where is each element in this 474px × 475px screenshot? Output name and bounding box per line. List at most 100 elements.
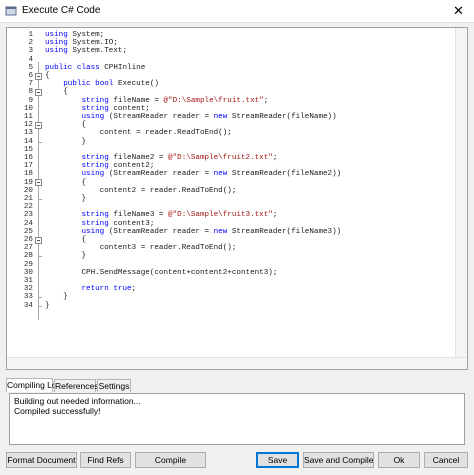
code-token: StreamReader(fileName2)) (231, 170, 342, 179)
code-token: (StreamReader reader = (108, 170, 214, 179)
code-line: CPH.SendMessage(content+content2+content… (45, 269, 277, 277)
cancel-button[interactable]: Cancel (424, 452, 468, 468)
keyword-token: string (45, 162, 114, 171)
fold-end-marker (38, 199, 42, 200)
code-token: ; (263, 96, 269, 105)
code-editor[interactable]: 1 2 3 4 5 6 7 8 9 10 11 12 13 14 15 16 17 18 19 20 21 22 23 24 2… (6, 27, 468, 370)
window-title: Execute C# Code (22, 5, 101, 16)
code-line: content3 = reader.ReadToEnd(); (45, 244, 237, 252)
keyword-token: string (45, 219, 114, 228)
ok-button[interactable]: Ok (378, 452, 420, 468)
fold-toggle-icon[interactable] (35, 179, 42, 187)
string-token: @"D:\Sample\fruit2.txt" (168, 154, 273, 162)
keyword-token: using (45, 31, 73, 39)
code-line: string content3; (45, 220, 154, 228)
code-line: public bool Execute() (45, 80, 159, 88)
code-token: } (45, 137, 87, 146)
app-icon (5, 6, 17, 16)
code-line: { (45, 236, 86, 244)
keyword-token: string (45, 211, 114, 220)
save-and-compile-button[interactable]: Save and Compile (303, 452, 374, 468)
code-token: (StreamReader reader = (108, 227, 214, 236)
code-line: public class CPHInline (45, 64, 145, 72)
compiling-log-output[interactable]: Building out needed information... Compi… (9, 393, 465, 445)
line-number: 12 (23, 121, 33, 130)
tab-settings[interactable]: Settings (97, 379, 131, 392)
line-number: 18 (23, 170, 33, 179)
close-button[interactable]: ✕ (444, 0, 474, 22)
line-number: 13 (23, 129, 33, 138)
code-token: System; (72, 31, 105, 39)
close-icon[interactable]: ✕ (453, 3, 464, 19)
code-token: content3; (113, 219, 155, 228)
vertical-scrollbar[interactable] (455, 28, 467, 369)
code-token: CPHInline (104, 63, 146, 72)
fold-end-marker (38, 305, 42, 307)
code-token: System.Text; (72, 47, 128, 56)
line-number: 4 (28, 55, 33, 64)
code-token: } (45, 252, 87, 261)
tab-compiling-log[interactable]: Compiling Log (6, 378, 61, 392)
line-number: 20 (23, 186, 33, 195)
code-line: } (45, 138, 86, 146)
code-line: } (45, 302, 50, 310)
code-token: (StreamReader reader = (108, 113, 214, 121)
code-line: using (StreamReader reader = new StreamR… (45, 170, 341, 178)
fold-end-marker (38, 297, 42, 299)
keyword-token: public (45, 63, 77, 72)
line-number: 29 (23, 260, 33, 269)
code-token: } (45, 293, 68, 302)
horizontal-scrollbar[interactable] (7, 357, 467, 369)
code-token: fileName3 = (113, 211, 169, 220)
line-number: 30 (23, 268, 33, 277)
keyword-token: public (45, 80, 96, 89)
code-token: { (45, 72, 50, 80)
keyword-token: string (45, 154, 114, 162)
tab-references[interactable]: References (54, 379, 98, 392)
keyword-token: using (45, 227, 109, 236)
fold-toggle-icon[interactable] (35, 88, 42, 96)
code-line: string fileName2 = @"D:\Sample\fruit2.tx… (45, 154, 277, 162)
code-token: fileName = (113, 96, 164, 105)
keyword-token: true (113, 285, 132, 294)
line-number: 33 (23, 293, 33, 302)
line-number: 7 (28, 80, 33, 89)
line-number: 6 (28, 72, 33, 80)
line-number: 3 (28, 47, 33, 56)
fold-toggle-icon[interactable] (35, 121, 42, 129)
fold-toggle-icon[interactable] (35, 72, 42, 80)
code-line: using (StreamReader reader = new StreamR… (45, 113, 336, 121)
keyword-token: string (45, 96, 114, 105)
log-line: Compiled successfully! (14, 406, 101, 416)
code-line: string content; (45, 104, 149, 113)
line-number: 10 (23, 104, 33, 113)
compile-button[interactable]: Compile (135, 452, 206, 468)
format-document-button[interactable]: Format Document (6, 452, 77, 468)
keyword-token: bool (95, 80, 118, 89)
fold-toggle-icon[interactable] (35, 236, 42, 244)
save-button[interactable]: Save (256, 452, 299, 468)
keyword-token: using (45, 39, 73, 48)
code-token: content2; (113, 162, 155, 171)
line-number: 14 (23, 137, 33, 146)
code-line: using System.IO; (45, 39, 118, 47)
code-line: { (45, 72, 50, 80)
line-number: 11 (23, 113, 33, 121)
code-line: using System; (45, 31, 104, 39)
line-number: 32 (23, 285, 33, 294)
keyword-token: class (76, 63, 105, 72)
find-refs-button[interactable]: Find Refs (80, 452, 131, 468)
line-number: 17 (23, 162, 33, 171)
keyword-token: string (45, 104, 114, 113)
line-number: 2 (28, 39, 33, 48)
keyword-token: return (45, 285, 114, 294)
line-number: 31 (23, 277, 33, 285)
keyword-token: new (213, 227, 232, 236)
code-line: } (45, 293, 68, 301)
code-token: } (45, 301, 50, 310)
string-token: @"D:\Sample\fruit3.txt" (168, 211, 273, 220)
code-line: } (45, 195, 86, 203)
line-number: 1 (28, 31, 33, 39)
code-line: content = reader.ReadToEnd(); (45, 129, 232, 137)
code-token: System.IO; (72, 39, 118, 48)
